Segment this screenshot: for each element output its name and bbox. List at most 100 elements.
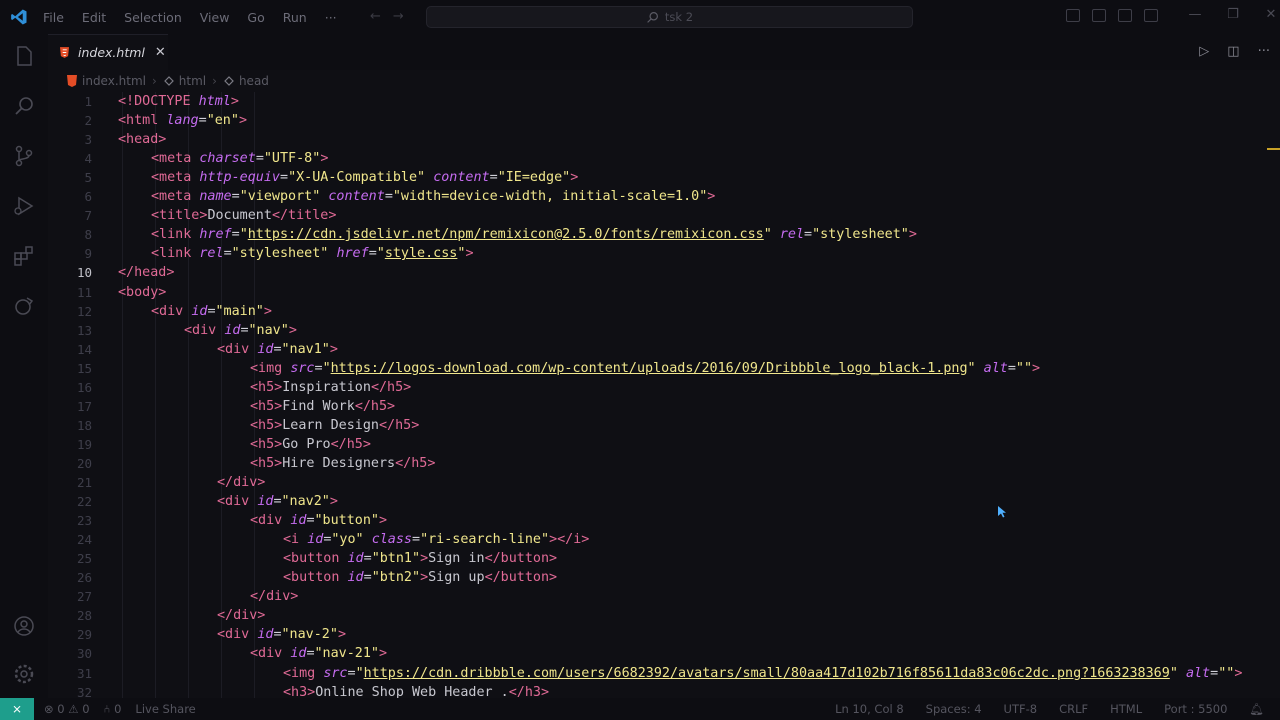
code-line[interactable]: 19 <h5>Go Pro</h5>: [48, 435, 1280, 454]
code-line[interactable]: 32 <h3>Online Shop Web Header .</h3>: [48, 683, 1280, 698]
run-file-icon[interactable]: ▷: [1199, 44, 1209, 59]
code-editor[interactable]: 1 <!DOCTYPE html> 2 <html lang="en"> 3 <head>…: [48, 92, 1280, 698]
problems-count[interactable]: ⊗ 0 ⚠ 0: [44, 702, 90, 716]
remote-indicator[interactable]: ⨯: [0, 698, 34, 720]
search-sidebar-icon[interactable]: [12, 94, 36, 118]
menu-more[interactable]: ···: [325, 10, 337, 25]
code-line[interactable]: 22 <div id="nav2">: [48, 492, 1280, 511]
split-editor-icon[interactable]: ◫: [1227, 44, 1239, 59]
code-line[interactable]: 20 <h5>Hire Designers</h5>: [48, 454, 1280, 473]
toggle-secondary-sidebar-icon[interactable]: [1118, 9, 1132, 22]
layout-controls: [1066, 9, 1170, 22]
code-line[interactable]: 7 <title>Document</title>: [48, 206, 1280, 225]
code-line[interactable]: 18 <h5>Learn Design</h5>: [48, 416, 1280, 435]
toggle-panel-icon[interactable]: [1092, 9, 1106, 22]
live-server-port[interactable]: Port : 5500: [1164, 702, 1227, 716]
line-number: 6: [84, 189, 92, 205]
command-center-search[interactable]: tsk 2: [426, 6, 913, 28]
code-line[interactable]: 23 <div id="button">: [48, 511, 1280, 530]
code-line[interactable]: 13 <div id="nav">: [48, 321, 1280, 340]
code-line[interactable]: 30 <div id="nav-21">: [48, 644, 1280, 663]
code-line[interactable]: 5 <meta http-equiv="X-UA-Compatible" cont…: [48, 168, 1280, 187]
live-share-button[interactable]: Live Share: [135, 702, 195, 716]
more-actions-icon[interactable]: ···: [1258, 44, 1270, 59]
remote-explorer-icon[interactable]: [12, 294, 36, 318]
account-icon[interactable]: [12, 614, 36, 638]
close-window-icon[interactable]: ✕: [1252, 7, 1280, 22]
notifications-bell-icon[interactable]: 🔔︎: [1249, 702, 1264, 716]
code-token: id: [257, 341, 274, 357]
code-token: =: [231, 189, 240, 205]
search-icon: [647, 11, 658, 23]
menu-selection[interactable]: Selection: [124, 10, 182, 25]
code-line[interactable]: 8 <link href="https://cdn.jsdelivr.net/np…: [48, 225, 1280, 244]
code-token: "nav-2": [281, 627, 338, 643]
forward-arrow-icon[interactable]: →: [393, 9, 404, 24]
line-number: 30: [76, 646, 92, 662]
tab-index-html[interactable]: index.html ✕: [48, 34, 168, 70]
ports-count[interactable]: ⑃ 0: [104, 702, 122, 716]
run-debug-icon[interactable]: [12, 194, 36, 218]
menu-edit[interactable]: Edit: [82, 10, 106, 25]
breadcrumb-file[interactable]: index.html: [66, 74, 146, 88]
code-token: "nav1": [281, 341, 330, 357]
code-line[interactable]: 21 </div>: [48, 473, 1280, 492]
breadcrumb-head[interactable]: head: [223, 74, 269, 88]
indentation[interactable]: Spaces: 4: [926, 702, 982, 716]
cursor-position[interactable]: Ln 10, Col 8: [835, 702, 904, 716]
toggle-primary-sidebar-icon[interactable]: [1066, 9, 1080, 22]
code-line[interactable]: 25 <button id="btn1">Sign in</button>: [48, 549, 1280, 568]
code-token: </button>: [484, 551, 558, 567]
code-line[interactable]: 11 <body>: [48, 283, 1280, 302]
code-line[interactable]: 17 <h5>Find Work</h5>: [48, 397, 1280, 416]
code-line[interactable]: 12 <div id="main">: [48, 302, 1280, 321]
maximize-icon[interactable]: ❐: [1214, 7, 1252, 22]
menu-run[interactable]: Run: [283, 10, 307, 25]
line-number: 22: [76, 494, 92, 510]
menu-view[interactable]: View: [200, 10, 230, 25]
breadcrumb-html[interactable]: html: [163, 74, 206, 88]
code-line[interactable]: 29 <div id="nav-2">: [48, 625, 1280, 644]
line-number: 17: [76, 398, 92, 414]
code-line[interactable]: 10 </head>: [48, 263, 1280, 282]
back-arrow-icon[interactable]: ←: [370, 9, 381, 24]
file-encoding[interactable]: UTF-8: [1004, 702, 1038, 716]
explorer-icon[interactable]: [12, 44, 36, 68]
code-line[interactable]: 26 <button id="btn2">Sign up</button>: [48, 568, 1280, 587]
code-token: =: [1210, 665, 1219, 681]
settings-gear-icon[interactable]: [12, 662, 36, 686]
menu-bar: File Edit Selection View Go Run ···: [43, 0, 355, 34]
code-line[interactable]: 4 <meta charset="UTF-8">: [48, 149, 1280, 168]
menu-file[interactable]: File: [43, 10, 64, 25]
code-line[interactable]: 9 <link rel="stylesheet" href="style.css"…: [48, 244, 1280, 263]
menu-go[interactable]: Go: [247, 10, 264, 25]
line-number: 1: [84, 94, 92, 109]
code-content: <button id="btn2">Sign up</button>: [283, 568, 557, 587]
minimize-icon[interactable]: —: [1176, 7, 1214, 22]
code-line[interactable]: 2 <html lang="en">: [48, 111, 1280, 130]
code-line[interactable]: 27 </div>: [48, 587, 1280, 606]
source-control-icon[interactable]: [12, 144, 36, 168]
code-line[interactable]: 14 <div id="nav1">: [48, 340, 1280, 359]
code-token: class: [371, 532, 412, 548]
code-token: =: [273, 494, 282, 510]
code-token: =: [255, 151, 264, 167]
close-tab-icon[interactable]: ✕: [155, 45, 166, 60]
code-token: <body>: [118, 284, 167, 300]
code-line[interactable]: 3 <head>: [48, 130, 1280, 149]
code-token: content: [433, 170, 490, 186]
code-line[interactable]: 16 <h5>Inspiration</h5>: [48, 378, 1280, 397]
extensions-icon[interactable]: [12, 244, 36, 268]
code-line[interactable]: 15 <img src="https://logos-download.com/w…: [48, 359, 1280, 378]
code-token: alt: [1185, 665, 1211, 681]
code-line[interactable]: 31 <img src="https://cdn.dribbble.com/use…: [48, 664, 1280, 683]
end-of-line[interactable]: CRLF: [1059, 702, 1088, 716]
code-line[interactable]: 6 <meta name="viewport" content="width=de…: [48, 187, 1280, 206]
code-line[interactable]: 1 <!DOCTYPE html>: [48, 92, 1280, 111]
code-token: "btn2": [371, 570, 421, 586]
code-line[interactable]: 24 <i id="yo" class="ri-search-line"></i>: [48, 530, 1280, 549]
code-token: =: [273, 627, 282, 643]
language-mode[interactable]: HTML: [1110, 702, 1142, 716]
code-line[interactable]: 28 </div>: [48, 606, 1280, 625]
customize-layout-icon[interactable]: [1144, 9, 1158, 22]
